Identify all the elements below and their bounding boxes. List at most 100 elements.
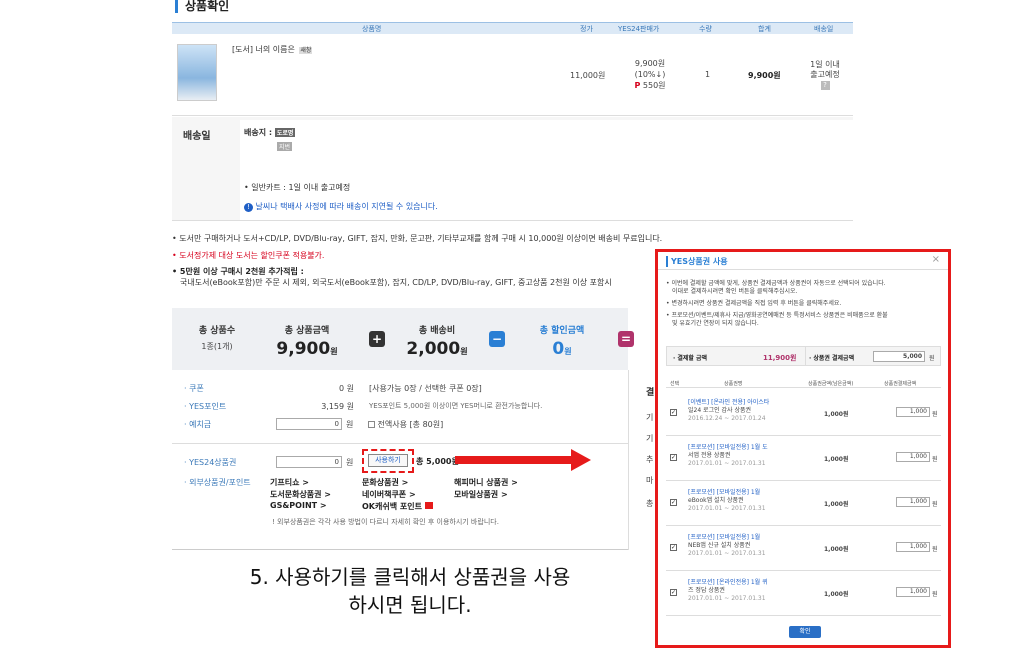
summary-count: 총 상품수 1종(1개) [187,323,247,352]
gift-pay-field[interactable]: 1,000 [896,542,930,552]
modal-title: YES상품권 사용 [666,256,728,267]
gift-name: [프로모션] [모바일전용] 1월 NEB앱 신규 설치 상품권 2017.01… [688,534,788,558]
gift-pay-input[interactable]: 5,000 [873,351,925,362]
info-line1: • 이번에 결제할 금액에 맞게, 상품권 결제금액과 상품권이 자동으로 선택… [666,280,886,287]
product-name[interactable]: [도서] 너의 이름은 [232,45,295,54]
modal-info: • 이번에 결제할 금액에 맞게, 상품권 결제금액과 상품권이 자동으로 선택… [666,280,941,328]
caption-line2: 하시면 됩니다. [348,593,472,617]
link-mobile-gift[interactable]: 모바일상품권 > [454,489,508,500]
side-label-1: 결 [646,388,655,398]
yes-point-value: 3,159 원 [321,402,354,411]
summary-ship-unit: 원 [460,347,468,356]
close-icon[interactable]: × [932,254,940,265]
gift-name: [프로모션] [온라인전용] 1월 퀴 즈 정답 상품권 2017.01.01 … [688,579,788,603]
delivery-line1: 1일 이내 [810,60,840,69]
use-all-label: 전액사용 [377,420,407,429]
gift-name-l1: [프로모션] [온라인전용] 1월 퀴 [688,579,768,586]
gift-pay-label: · 상품권 결제금액 [809,355,855,362]
arrow-icon [455,449,591,471]
gift-name-l1: [프로모션] [모바일전용] 1월 도 [688,444,768,451]
gift-amount: 1,000원 [824,456,849,463]
use-gift-card-button[interactable]: 사용하기 [368,454,408,467]
gift-date: 2017.01.01 ~ 2017.01.31 [688,550,766,557]
link-book-gift[interactable]: 도서문화상품권 > [270,489,331,500]
sale-price: 9,900원 [634,59,666,68]
delivery-line2: 출고예정 [810,70,840,79]
gift-row: ✓ [프로모션] [모바일전용] 1월 도 서앱 전용 상품권 2017.01.… [666,436,941,481]
notice-coupon: • 도서정가제 대상 도서는 할인쿠폰 적용불가. [172,251,325,260]
gift-card-total: 총 5,000원 [416,457,459,466]
link-gs-point[interactable]: GS&POINT > [270,501,327,510]
gift-amount: 1,000원 [824,546,849,553]
info-line2: • 변경하시려면 상품권 결제금액을 직접 입력 후 버튼을 클릭해주세요. [666,300,842,307]
gift-checkbox[interactable]: ✓ [670,454,677,461]
gift-name: [프로모션] [모바일전용] 1월 도 서앱 전용 상품권 2017.01.01… [688,444,788,468]
yes-point-label: · YES포인트 [184,402,227,411]
gift-pay-unit: 원 [932,591,938,598]
link-naver-coupon[interactable]: 네이버책쿠폰 > [362,489,416,500]
side-label-4: 추 [646,455,654,464]
point-amount: 550원 [642,81,666,90]
gift-card-input[interactable]: 0 [276,456,342,468]
gift-pay-unit: 원 [932,411,938,418]
deposit-use-all[interactable]: 전액사용 [총 80원] [368,419,443,430]
lot-address-tag[interactable]: 지번 [277,142,293,151]
link-culture-gift[interactable]: 문화상품권 > [362,477,408,488]
gift-pay-field[interactable]: 1,000 [896,452,930,462]
summary-discount-label: 총 할인금액 [539,326,585,336]
use-all-checkbox[interactable] [368,421,375,428]
gift-name-l2: NEB앱 신규 설치 상품권 [688,542,751,549]
delay-warning-text: 날씨나 택배사 사정에 따라 배송이 지연될 수 있습니다. [255,202,438,211]
gift-card-modal: YES상품권 사용 × • 이번에 결제할 금액에 맞게, 상품권 결제금액과 … [655,249,951,648]
gift-pay-unit: 원 [929,355,935,362]
notice-free-shipping: • 도서만 구매하거나 도서+CD/LP, DVD/Blu-ray, GIFT,… [172,234,663,243]
link-ok-cashbag[interactable]: OK캐쉬백 포인트 [362,501,433,512]
col-qty: 수량 [699,25,712,33]
summary-discount-unit: 원 [564,347,572,356]
summary-discount-value: 0 [552,339,565,359]
col-gift-amount: 상품권금액(남은금액) [808,381,854,387]
gift-date: 2017.01.01 ~ 2017.01.31 [688,595,766,602]
gift-checkbox[interactable]: ✓ [670,499,677,506]
order-summary: 총 상품수 1종(1개) 총 상품금액 9,900원 + 총 배송비 2,000… [172,308,634,370]
discount-rate: (10%↓) [634,70,666,79]
coupon-note: [사용가능 0장 / 선택한 쿠폰 0장] [369,384,482,393]
info-line3: • 프로모션/이벤트/제휴사 지급/영화공연예매권 등 특정서비스 상품권은 비… [666,312,888,319]
info-line3b: 및 유효기간 연장이 되지 않습니다. [672,320,759,327]
col-select: 선택 [670,381,680,387]
page-title: 상품확인 [175,0,229,13]
minus-icon: − [489,331,505,347]
link-gifticon[interactable]: 기프티쇼 > [270,477,309,488]
gift-row: ✓ [프로모션] [온라인전용] 1월 퀴 즈 정답 상품권 2017.01.0… [666,571,941,616]
gift-checkbox[interactable]: ✓ [670,409,677,416]
deposit-input[interactable]: 0 [276,418,342,430]
gift-card-label: · YES24상품권 [184,458,237,467]
confirm-button[interactable]: 확인 [789,626,821,638]
gift-checkbox[interactable]: ✓ [670,589,677,596]
point-icon: P [634,81,641,90]
gift-pay-field[interactable]: 1,000 [896,407,930,417]
gift-row: ✓ [프로모션] [모바일전용] 1월 NEB앱 신규 설치 상품권 2017.… [666,526,941,571]
pay-value: 11,900원 [763,354,797,362]
modal-table-header: 선택 상품권명 상품권금액(남은금액) 상품권결제금액 [666,378,941,388]
gift-checkbox[interactable]: ✓ [670,544,677,551]
equals-icon: = [618,331,634,347]
link-happymoney[interactable]: 해피머니 상품권 > [454,477,518,488]
book-cover-image[interactable] [177,44,217,101]
summary-amount-label: 총 상품금액 [284,326,330,336]
road-address-tag[interactable]: 도로명 [274,128,296,137]
caption-line1: 5. 사용하기를 클릭해서 상품권을 사용 [249,565,571,589]
notice-bonus: • 5만원 이상 구매시 2천원 추가적립 : [172,267,304,276]
delay-warning: ! 날씨나 택배사 사정에 따라 배송이 지연될 수 있습니다. [244,201,438,212]
gift-amount: 1,000원 [824,501,849,508]
new-badge-icon [424,502,433,509]
gift-pay-field[interactable]: 1,000 [896,497,930,507]
gift-pay-field[interactable]: 1,000 [896,587,930,597]
gift-name-l2: eBook앱 설치 상품권 [688,497,744,504]
deposit-label: · 예치금 [184,420,212,429]
help-icon[interactable]: ? [820,81,830,90]
gift-pay-unit: 원 [932,501,938,508]
side-label-2: 기 [646,413,654,422]
new-window-badge[interactable]: 새창 [299,47,313,54]
bottom-divider [172,549,628,550]
